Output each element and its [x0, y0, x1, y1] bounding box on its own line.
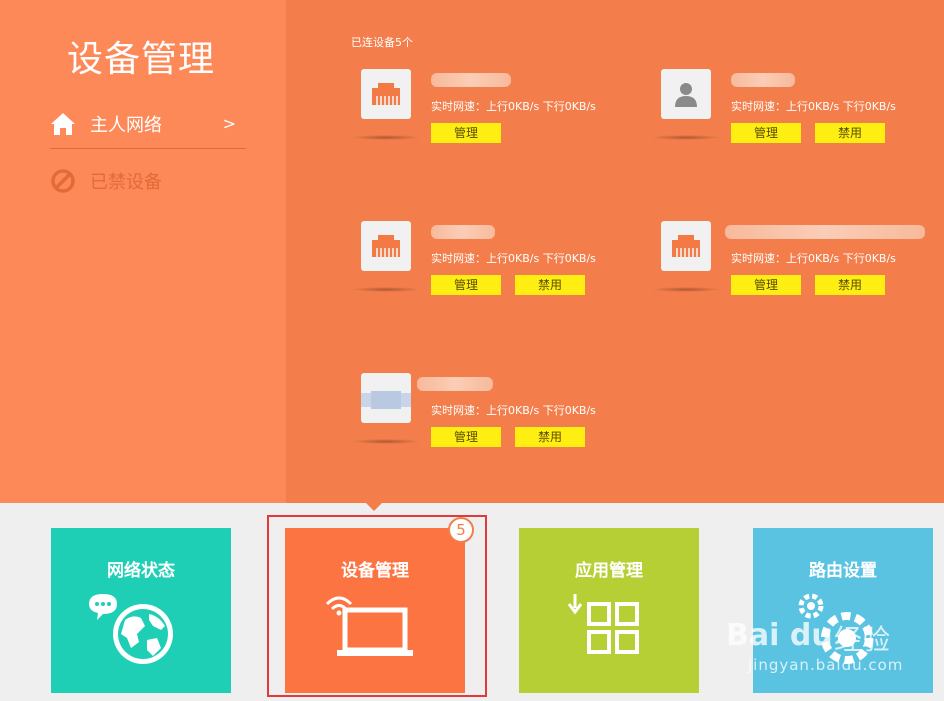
device-speed: 实时网速：上行0KB/s 下行0KB/s [431, 252, 596, 265]
ethernet-icon [661, 221, 711, 271]
shadow [351, 135, 421, 140]
device-speed: 实时网速：上行0KB/s 下行0KB/s [431, 404, 596, 417]
active-tile-pointer [366, 503, 382, 511]
blocked-icon [51, 169, 75, 193]
ban-button[interactable]: 禁用 [815, 123, 885, 143]
device-card: 实时网速：上行0KB/s 下行0KB/s 管理 禁用 [351, 221, 661, 321]
device-icon [361, 373, 411, 423]
watermark-brand: Bai du [726, 618, 833, 653]
device-card: 实时网速：上行0KB/s 下行0KB/s 管理 禁用 [651, 221, 944, 321]
shadow [651, 287, 721, 292]
sidebar-item-label: 已禁设备 [90, 172, 162, 193]
manage-button[interactable]: 管理 [431, 123, 501, 143]
device-speed: 实时网速：上行0KB/s 下行0KB/s [431, 100, 596, 113]
user-icon [661, 69, 711, 119]
tile-label: 应用管理 [575, 561, 643, 581]
home-icon [51, 113, 75, 135]
shadow [351, 287, 421, 292]
sidebar-item-label: 主人网络 [90, 115, 162, 136]
tile-device-management[interactable]: 设备管理 [285, 528, 465, 693]
manage-button[interactable]: 管理 [431, 427, 501, 447]
baidu-watermark: Bai du 经验 jingyan.baidu.com [726, 618, 906, 682]
page-title: 设备管理 [67, 39, 216, 80]
divider [50, 148, 246, 149]
device-card: 实时网速：上行0KB/s 下行0KB/s 管理 禁用 [651, 69, 944, 169]
shadow [651, 135, 721, 140]
device-name-redacted [731, 73, 795, 87]
device-speed: 实时网速：上行0KB/s 下行0KB/s [731, 100, 896, 113]
step-badge: 5 [448, 517, 474, 543]
laptop-wifi-icon [325, 596, 413, 656]
manage-button[interactable]: 管理 [731, 275, 801, 295]
globe-icon [89, 594, 173, 664]
ban-button[interactable]: 禁用 [815, 275, 885, 295]
ban-button[interactable]: 禁用 [515, 275, 585, 295]
tile-label: 路由设置 [809, 561, 877, 581]
apps-grid-icon [567, 594, 639, 654]
tile-network-status[interactable]: 网络状态 [51, 528, 231, 693]
device-card: 实时网速：上行0KB/s 下行0KB/s 管理 [351, 69, 661, 169]
device-name-redacted [431, 225, 495, 239]
connected-count: 已连设备5个 [351, 36, 413, 49]
device-name-redacted [431, 73, 511, 87]
ethernet-icon [361, 69, 411, 119]
device-name-redacted [417, 377, 493, 391]
watermark-brand-cn: 经验 [834, 623, 891, 656]
shadow [351, 439, 421, 444]
sidebar-item-host-network[interactable]: 主人网络 > [50, 109, 246, 139]
chevron-right-icon: > [222, 114, 236, 133]
tile-label: 设备管理 [341, 561, 409, 581]
ethernet-icon [361, 221, 411, 271]
tile-label: 网络状态 [107, 561, 175, 581]
sidebar-item-blocked-devices[interactable]: 已禁设备 [50, 166, 162, 196]
device-speed: 实时网速：上行0KB/s 下行0KB/s [731, 252, 896, 265]
manage-button[interactable]: 管理 [431, 275, 501, 295]
device-name-redacted [725, 225, 925, 239]
ban-button[interactable]: 禁用 [515, 427, 585, 447]
tile-app-management[interactable]: 应用管理 [519, 528, 699, 693]
device-management-panel: 设备管理 主人网络 > 已禁设备 已连设备5个 实时网速：上行0KB/s 下行0… [0, 0, 944, 503]
watermark-url: jingyan.baidu.com [748, 656, 904, 674]
manage-button[interactable]: 管理 [731, 123, 801, 143]
sidebar: 设备管理 主人网络 > 已禁设备 [0, 0, 286, 503]
device-card: 实时网速：上行0KB/s 下行0KB/s 管理 禁用 [351, 373, 661, 473]
